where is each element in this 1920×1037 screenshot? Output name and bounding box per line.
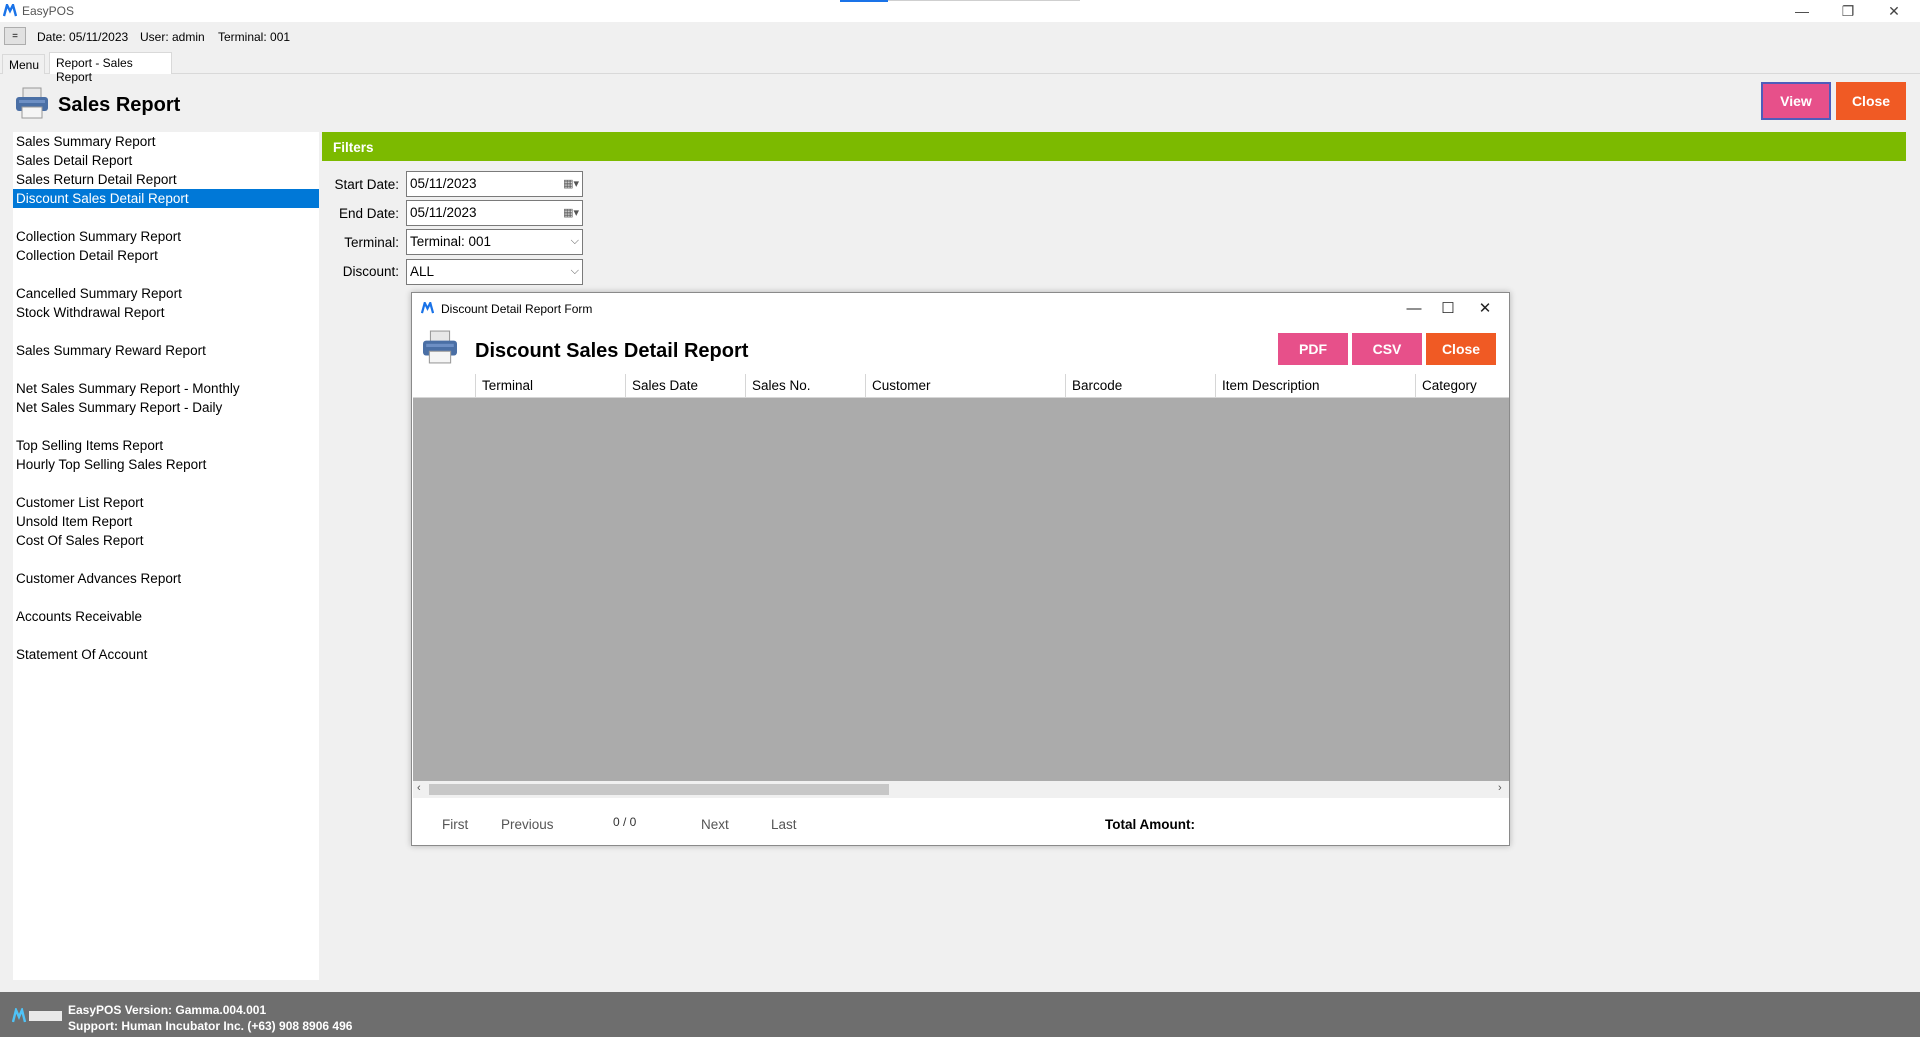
footer: EasyPOS Version: Gamma.004.001 Support: …	[0, 992, 1920, 1037]
page-count: 0 / 0	[613, 815, 637, 829]
start-date-value: 05/11/2023	[410, 176, 477, 191]
page-header: Sales Report View Close	[0, 78, 1920, 128]
pager: First Previous 0 / 0 Next Last Total Amo…	[413, 799, 1509, 845]
discount-value: ALL	[410, 264, 435, 279]
end-date-picker[interactable]: 05/11/2023 ▦▾	[406, 200, 583, 226]
scroll-right-icon[interactable]: ›	[1498, 782, 1502, 794]
start-date-picker[interactable]: 05/11/2023 ▦▾	[406, 171, 583, 197]
report-grid[interactable]: Terminal Sales Date Sales No. Customer B…	[413, 374, 1509, 794]
version-text: EasyPOS Version: Gamma.004.001	[68, 1003, 267, 1017]
filters-header: Filters	[322, 132, 1906, 161]
report-item-accounts-receivable[interactable]: Accounts Receivable	[13, 607, 319, 626]
discount-label: Discount:	[342, 264, 399, 279]
end-date-label: End Date:	[338, 206, 399, 221]
titlebar-accent	[840, 0, 888, 2]
easypos-logo-icon	[421, 302, 434, 314]
next-page-button[interactable]: Next	[701, 817, 729, 832]
restore-icon[interactable]: ❐	[1825, 0, 1871, 22]
column-header-sales-no[interactable]: Sales No.	[745, 374, 865, 398]
csv-button[interactable]: CSV	[1352, 333, 1422, 365]
form-title: Discount Sales Detail Report	[475, 340, 749, 362]
close-window-icon[interactable]: ✕	[1465, 297, 1505, 319]
calendar-icon[interactable]: ▦▾	[563, 177, 579, 190]
current-user: User: admin	[140, 30, 205, 44]
report-item-customer-list[interactable]: Customer List Report	[13, 493, 319, 512]
report-item-sales-summary[interactable]: Sales Summary Report	[13, 132, 319, 151]
report-list: Sales Summary Report Sales Detail Report…	[13, 132, 319, 980]
terminal-value: Terminal: 001	[410, 234, 492, 249]
view-button[interactable]: View	[1761, 82, 1831, 120]
tab-sales-report[interactable]: Report - Sales Report	[49, 52, 172, 84]
support-text: Support: Human Incubator Inc. (+63) 908 …	[68, 1019, 353, 1033]
report-item-top-selling-items[interactable]: Top Selling Items Report	[13, 436, 319, 455]
report-item-net-sales-monthly[interactable]: Net Sales Summary Report - Monthly	[13, 379, 319, 398]
info-bar: = Date: 05/11/2023 User: admin Terminal:…	[0, 24, 1920, 48]
first-page-button[interactable]: First	[442, 817, 468, 832]
easypos-logo-icon	[3, 4, 17, 17]
pdf-button[interactable]: PDF	[1278, 333, 1348, 365]
report-item-unsold-item[interactable]: Unsold Item Report	[13, 512, 319, 531]
column-header-item-description[interactable]: Item Description	[1215, 374, 1415, 398]
column-header-barcode[interactable]: Barcode	[1065, 374, 1215, 398]
titlebar-divider	[888, 0, 1080, 1]
report-item-statement-of-account[interactable]: Statement Of Account	[13, 645, 319, 664]
chevron-down-icon[interactable]: ⌵	[571, 265, 579, 278]
report-item-sales-return-detail[interactable]: Sales Return Detail Report	[13, 170, 319, 189]
scrollbar-thumb[interactable]	[429, 784, 889, 795]
tab-strip: Menu Report - Sales Report	[0, 52, 1920, 84]
chevron-down-icon[interactable]: ⌵	[571, 235, 579, 248]
report-item-cost-of-sales[interactable]: Cost Of Sales Report	[13, 531, 319, 550]
report-item-cancelled-summary[interactable]: Cancelled Summary Report	[13, 284, 319, 303]
window-title: EasyPOS	[22, 4, 75, 18]
column-header-terminal[interactable]: Terminal	[475, 374, 625, 398]
close-window-icon[interactable]: ✕	[1871, 0, 1917, 22]
start-date-label: Start Date:	[334, 177, 399, 192]
page-title: Sales Report	[58, 94, 181, 116]
grid-header: Terminal Sales Date Sales No. Customer B…	[413, 374, 1509, 398]
report-item-hourly-top-selling[interactable]: Hourly Top Selling Sales Report	[13, 455, 319, 474]
report-item-collection-summary[interactable]: Collection Summary Report	[13, 227, 319, 246]
column-header-category[interactable]: Category	[1415, 374, 1509, 398]
maximize-icon[interactable]: ☐	[1428, 297, 1468, 319]
scroll-left-icon[interactable]: ‹	[417, 782, 421, 794]
column-header-customer[interactable]: Customer	[865, 374, 1065, 398]
end-date-value: 05/11/2023	[410, 205, 477, 220]
report-item-sales-summary-reward[interactable]: Sales Summary Reward Report	[13, 341, 319, 360]
report-item-discount-sales-detail[interactable]: Discount Sales Detail Report	[13, 189, 319, 208]
window-titlebar: EasyPOS — ❐ ✕	[0, 0, 1920, 22]
current-terminal: Terminal: 001	[218, 30, 291, 44]
printer-icon	[423, 330, 457, 364]
horizontal-scrollbar[interactable]: ‹ ›	[413, 781, 1509, 798]
form-titlebar: Discount Detail Report Form — ☐ ✕	[412, 293, 1509, 323]
terminal-select[interactable]: Terminal: 001 ⌵	[406, 229, 583, 255]
minimize-icon[interactable]: —	[1779, 0, 1825, 22]
column-header-sales-date[interactable]: Sales Date	[625, 374, 745, 398]
report-item-stock-withdrawal[interactable]: Stock Withdrawal Report	[13, 303, 319, 322]
form-close-button[interactable]: Close	[1426, 333, 1496, 365]
terminal-label: Terminal:	[344, 235, 399, 250]
report-item-sales-detail[interactable]: Sales Detail Report	[13, 151, 319, 170]
previous-page-button[interactable]: Previous	[501, 817, 554, 832]
report-item-collection-detail[interactable]: Collection Detail Report	[13, 246, 319, 265]
discount-detail-report-form: Discount Detail Report Form — ☐ ✕ Discou…	[411, 292, 1510, 846]
column-header-select[interactable]	[413, 374, 475, 398]
menu-toggle-button[interactable]: =	[4, 27, 26, 45]
report-item-customer-advances[interactable]: Customer Advances Report	[13, 569, 319, 588]
printer-icon	[16, 87, 48, 119]
close-button[interactable]: Close	[1836, 82, 1906, 120]
calendar-icon[interactable]: ▦▾	[563, 206, 579, 219]
tab-menu[interactable]: Menu	[2, 54, 45, 74]
total-amount-label: Total Amount:	[1105, 817, 1195, 832]
report-item-net-sales-daily[interactable]: Net Sales Summary Report - Daily	[13, 398, 319, 417]
human-incubator-logo	[12, 1008, 62, 1023]
form-window-title: Discount Detail Report Form	[441, 302, 593, 316]
last-page-button[interactable]: Last	[771, 817, 797, 832]
current-date: Date: 05/11/2023	[37, 30, 129, 44]
discount-select[interactable]: ALL ⌵	[406, 259, 583, 285]
